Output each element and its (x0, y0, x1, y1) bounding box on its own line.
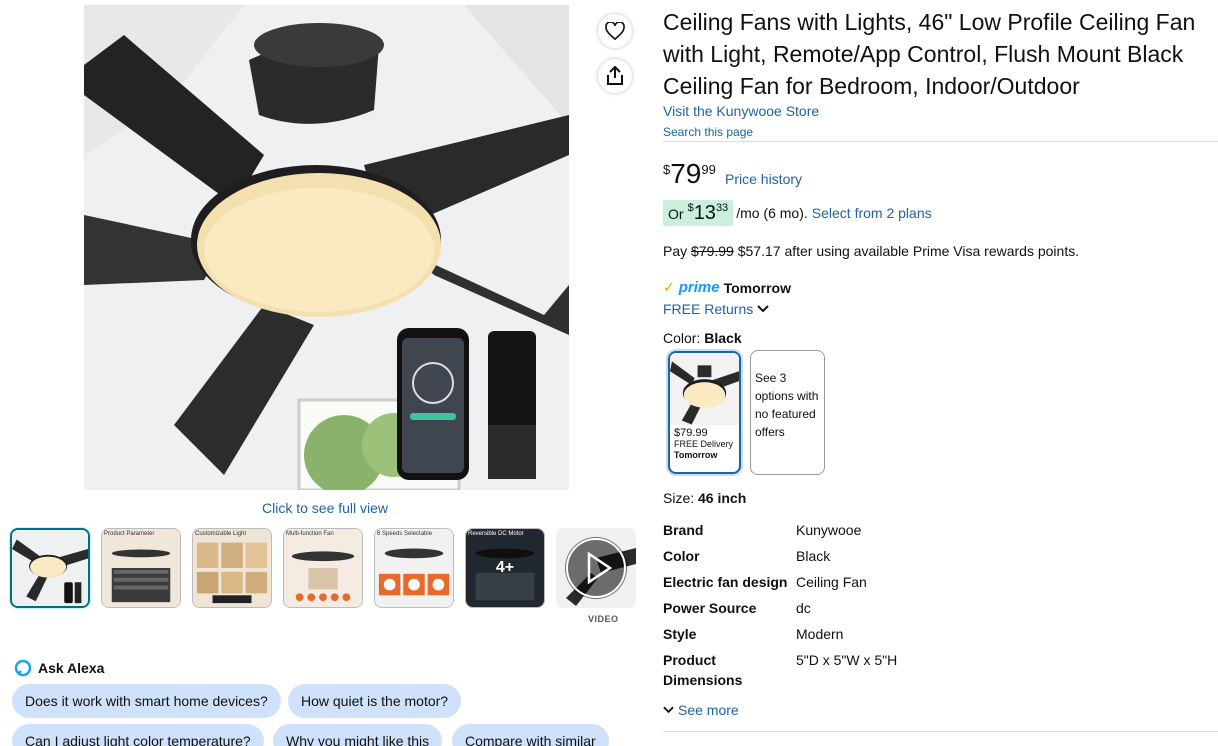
swatch-delivery: FREE Delivery (674, 439, 734, 449)
spec-key: Style (663, 626, 697, 642)
monthly-whole: 13 (693, 202, 716, 224)
share-icon (607, 66, 623, 85)
thumbnail-caption: Product Parameter (104, 531, 155, 537)
color-swatch-black[interactable]: $79.99 FREE Delivery Tomorrow (668, 351, 741, 474)
spec-value: Kunywooe (796, 522, 862, 538)
size-label: Size: 46 inch (663, 490, 746, 506)
wishlist-heart-button[interactable] (598, 14, 632, 48)
spec-key: Color (663, 548, 700, 564)
thumbnail-1[interactable] (10, 528, 90, 608)
price-whole: 79 (670, 158, 702, 189)
alexa-icon (14, 659, 32, 677)
spec-key: Power Source (663, 600, 757, 616)
monthly-highlight: Or $ 13 33 (663, 200, 734, 226)
spec-value: dc (796, 600, 811, 616)
play-icon (565, 537, 627, 599)
monthly-fraction: 33 (715, 202, 729, 214)
swatch-delivery-date: Tomorrow (674, 450, 718, 460)
spec-key: Product Dimensions (663, 652, 743, 688)
alexa-chip[interactable]: Does it work with smart home devices? (12, 684, 281, 718)
color-label: Color: Black (663, 330, 742, 346)
price: $ 79 99 (663, 158, 716, 190)
color-label-text: Color: (663, 330, 701, 346)
select-plans-link[interactable]: Select from 2 plans (812, 205, 932, 221)
price-currency: $ (663, 162, 671, 177)
alexa-chip[interactable]: Why you might like this (273, 724, 443, 746)
size-value: 46 inch (698, 490, 747, 506)
visa-prefix: Pay (663, 243, 688, 259)
thumbnail-5[interactable]: 6 Speeds Selectable (374, 528, 454, 608)
alexa-chip[interactable]: Compare with similar (452, 724, 609, 746)
alexa-chip[interactable]: How quiet is the motor? (288, 684, 462, 718)
spec-key: Brand (663, 522, 704, 538)
thumbnail-caption: Reversible DC Motor (468, 531, 524, 537)
prime-logo: prime (678, 279, 720, 296)
price-history-link[interactable]: Price history (725, 171, 802, 187)
spec-value: 5"D x 5"W x 5"H (796, 652, 898, 668)
swatch-price: $79.99 (674, 427, 708, 439)
heart-icon (605, 22, 625, 40)
see-more-options-swatch[interactable]: See 3 options with no featured offers (750, 350, 825, 475)
thumbnail-video[interactable] (556, 528, 636, 608)
ask-alexa-heading: Ask Alexa (14, 659, 104, 677)
prime-visa-offer: Pay $79.99 $57.17 after using available … (663, 243, 1079, 259)
product-title: Ceiling Fans with Lights, 46" Low Profil… (663, 9, 1196, 99)
spec-value: Ceiling Fan (796, 574, 867, 590)
price-fraction: 99 (701, 162, 716, 177)
thumbnail-2[interactable]: Product Parameter (101, 528, 181, 608)
video-label: VIDEO (588, 614, 619, 624)
thumbnail-4[interactable]: Multi-function Fan (283, 528, 363, 608)
search-this-page-link[interactable]: Search this page (663, 125, 753, 139)
free-returns-label: FREE Returns (663, 301, 754, 317)
main-product-image[interactable] (84, 5, 569, 490)
more-images-overlay: 4+ (466, 529, 544, 607)
thumbnail-caption: Multi-function Fan (286, 531, 334, 537)
monthly-prefix: Or (668, 206, 684, 222)
thumbnail-strip: Product Parameter Customizable Light Mul… (10, 528, 636, 608)
store-link[interactable]: Visit the Kunywooe Store (663, 103, 819, 119)
prime-check-icon: ✓ (663, 279, 675, 295)
swatch-image (670, 353, 739, 425)
prime-delivery: ✓ prime Tomorrow (663, 279, 791, 296)
monthly-term: /mo (6 mo). (736, 205, 808, 221)
see-more-link[interactable]: See more (663, 702, 739, 718)
share-button[interactable] (598, 59, 632, 93)
see-more-label: See more (678, 702, 739, 718)
spec-value: Black (796, 548, 831, 564)
chevron-down-icon (757, 305, 769, 313)
visa-old-price: $79.99 (691, 243, 734, 259)
alexa-chip[interactable]: Can I adjust light color temperature? (12, 724, 264, 746)
divider (663, 731, 1218, 732)
click-full-view-link[interactable]: Click to see full view (262, 500, 388, 516)
thumbnail-3[interactable]: Customizable Light (192, 528, 272, 608)
spec-value: Modern (796, 626, 844, 642)
spec-key: Electric fan design (663, 574, 788, 590)
thumbnail-6-more[interactable]: Reversible DC Motor 4+ (465, 528, 545, 608)
thumbnail-caption: 6 Speeds Selectable (377, 531, 433, 537)
prime-delivery-date: Tomorrow (723, 279, 791, 296)
monthly-payment: Or $ 13 33 /mo (6 mo). Select from 2 pla… (663, 200, 932, 226)
thumbnail-caption: Customizable Light (195, 531, 247, 537)
divider (663, 141, 1218, 142)
size-label-text: Size: (663, 490, 695, 506)
ask-alexa-title: Ask Alexa (38, 660, 105, 676)
chevron-down-icon (663, 706, 674, 714)
visa-text: $57.17 after using available Prime Visa … (737, 243, 1080, 259)
free-returns-link[interactable]: FREE Returns (663, 301, 769, 317)
color-value: Black (704, 330, 742, 346)
